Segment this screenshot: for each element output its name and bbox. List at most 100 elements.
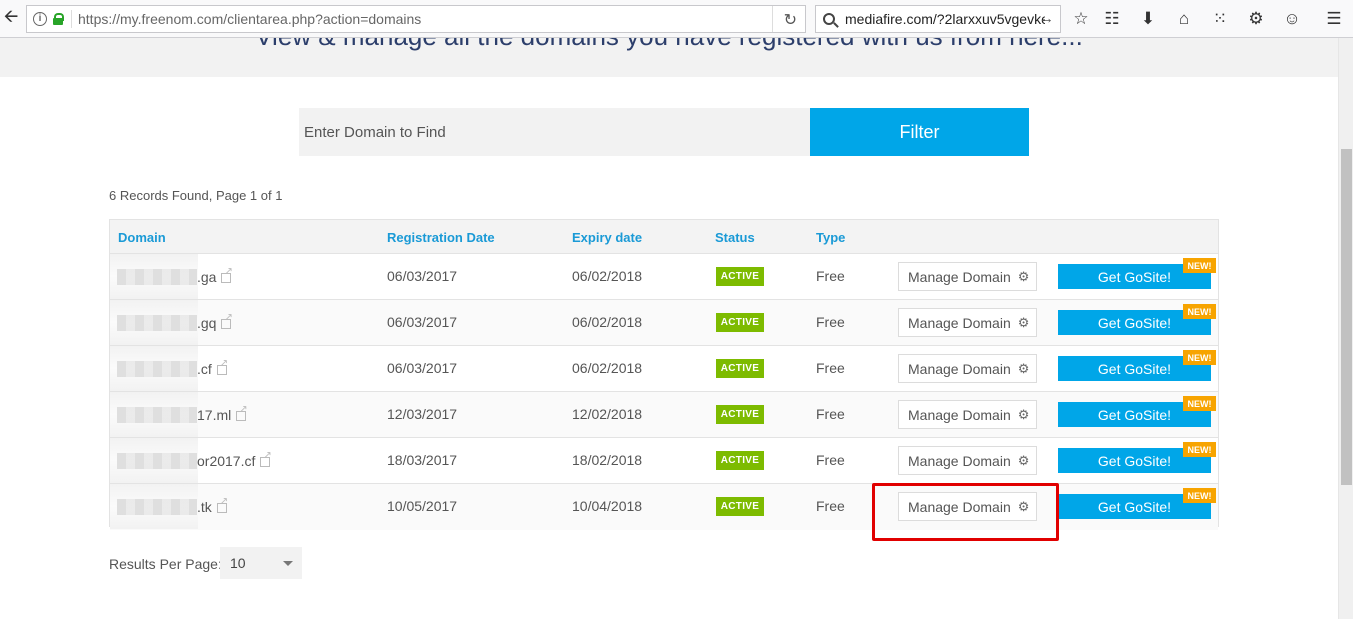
manage-domain-button[interactable]: Manage Domain ⚙ <box>898 354 1037 383</box>
table-header: Domain Registration Date Expiry date Sta… <box>110 220 1218 254</box>
manage-domain-button[interactable]: Manage Domain ⚙ <box>898 262 1037 291</box>
expiry-date: 06/02/2018 <box>572 360 643 376</box>
expiry-date: 06/02/2018 <box>572 268 643 284</box>
manage-domain-button[interactable]: Manage Domain ⚙ <box>898 400 1037 429</box>
url-divider <box>71 10 72 28</box>
domain-link[interactable]: .tk <box>197 499 212 515</box>
registration-date: 06/03/2017 <box>387 360 458 376</box>
go-arrow-icon[interactable]: → <box>1039 10 1054 27</box>
settings-icon[interactable]: ⚙ <box>1245 8 1267 30</box>
url-text[interactable]: https://my.freenom.com/clientarea.php?ac… <box>78 11 421 27</box>
redacted-domain <box>117 406 197 423</box>
manage-domain-label: Manage Domain <box>908 498 1011 515</box>
manage-domain-label: Manage Domain <box>908 406 1011 423</box>
redacted-domain <box>117 452 197 469</box>
registration-date: 18/03/2017 <box>387 452 458 468</box>
domain-cell: 17.ml <box>110 392 248 437</box>
header-expiry-date[interactable]: Expiry date <box>572 230 642 245</box>
header-status[interactable]: Status <box>715 230 755 245</box>
domain-type: Free <box>816 360 845 376</box>
gear-icon: ⚙ <box>1017 360 1030 376</box>
domain-cell: .cf <box>110 346 228 391</box>
domain-link[interactable]: .cf <box>197 361 212 377</box>
redacted-domain <box>117 498 197 515</box>
status-badge: ACTIVE <box>716 267 764 286</box>
scrollbar-thumb[interactable] <box>1341 149 1352 485</box>
bookmark-star-icon[interactable]: ☆ <box>1070 8 1092 30</box>
download-icon[interactable]: ⬇ <box>1137 8 1159 30</box>
table-row: .ga 06/03/2017 06/02/2018 ACTIVE Free Ma… <box>110 254 1218 300</box>
header-type[interactable]: Type <box>816 230 845 245</box>
header-registration-date[interactable]: Registration Date <box>387 230 495 245</box>
domain-cell: .tk <box>110 484 228 529</box>
new-badge: NEW! <box>1183 488 1216 503</box>
manage-domain-label: Manage Domain <box>908 268 1011 285</box>
registration-date: 06/03/2017 <box>387 314 458 330</box>
menu-icon[interactable]: ☰ <box>1323 8 1345 30</box>
registration-date: 12/03/2017 <box>387 406 458 422</box>
search-bar[interactable]: mediafire.com/?2larxxuv5vgevke → <box>815 5 1061 33</box>
manage-domain-label: Manage Domain <box>908 314 1011 331</box>
domain-cell: .ga <box>110 254 233 299</box>
manage-domain-button[interactable]: Manage Domain ⚙ <box>898 446 1037 475</box>
header-domain[interactable]: Domain <box>118 230 166 245</box>
external-link-icon[interactable] <box>236 404 248 421</box>
reload-icon[interactable]: ↻ <box>784 10 797 30</box>
expiry-date: 18/02/2018 <box>572 452 643 468</box>
new-badge: NEW! <box>1183 396 1216 411</box>
status-badge: ACTIVE <box>716 451 764 470</box>
new-badge: NEW! <box>1183 258 1216 273</box>
domain-link[interactable]: .ga <box>197 269 216 285</box>
external-link-icon[interactable] <box>221 266 233 283</box>
domain-cell: .gq <box>110 300 233 345</box>
home-icon[interactable]: ⌂ <box>1173 8 1195 30</box>
domain-type: Free <box>816 268 845 284</box>
page-subtitle: View & manage all the domains you have r… <box>0 38 1338 52</box>
gear-icon: ⚙ <box>1017 452 1030 468</box>
gear-icon: ⚙ <box>1017 268 1030 284</box>
expiry-date: 12/02/2018 <box>572 406 643 422</box>
back-arrow-icon[interactable]: 🡨 <box>0 6 22 32</box>
status-badge: ACTIVE <box>716 313 764 332</box>
info-icon[interactable]: i <box>33 12 47 26</box>
reading-list-icon[interactable]: ☷ <box>1101 8 1123 30</box>
table-row: or2017.cf 18/03/2017 18/02/2018 ACTIVE F… <box>110 438 1218 484</box>
domain-link[interactable]: .gq <box>197 315 216 331</box>
domain-link[interactable]: 17.ml <box>197 407 231 423</box>
chevron-down-icon <box>283 561 293 566</box>
status-badge: ACTIVE <box>716 359 764 378</box>
external-link-icon[interactable] <box>216 358 228 375</box>
domains-table: Domain Registration Date Expiry date Sta… <box>109 219 1219 530</box>
external-link-icon[interactable] <box>260 450 272 467</box>
domain-cell: or2017.cf <box>110 438 272 483</box>
domain-type: Free <box>816 452 845 468</box>
results-per-page-label: Results Per Page: <box>109 556 222 572</box>
scrollbar[interactable] <box>1338 38 1353 619</box>
domain-type: Free <box>816 498 845 514</box>
manage-domain-button[interactable]: Manage Domain ⚙ <box>898 492 1037 521</box>
search-text[interactable]: mediafire.com/?2larxxuv5vgevke <box>845 11 1045 27</box>
extension-icon[interactable]: ⁙ <box>1209 8 1231 30</box>
domain-type: Free <box>816 314 845 330</box>
address-bar[interactable]: i https://my.freenom.com/clientarea.php?… <box>26 5 806 33</box>
results-per-page-select[interactable]: 10 <box>220 547 302 579</box>
external-link-icon[interactable] <box>221 312 233 329</box>
manage-domain-label: Manage Domain <box>908 360 1011 377</box>
new-badge: NEW! <box>1183 350 1216 365</box>
lock-icon[interactable] <box>53 13 64 25</box>
domain-link[interactable]: or2017.cf <box>197 453 255 469</box>
gear-icon: ⚙ <box>1017 498 1030 514</box>
new-badge: NEW! <box>1183 442 1216 457</box>
expiry-date: 10/04/2018 <box>572 498 643 514</box>
manage-domain-button[interactable]: Manage Domain ⚙ <box>898 308 1037 337</box>
url-divider <box>772 6 773 32</box>
status-badge: ACTIVE <box>716 497 764 516</box>
redacted-domain <box>117 314 197 331</box>
external-link-icon[interactable] <box>216 496 228 513</box>
table-row: .gq 06/03/2017 06/02/2018 ACTIVE Free Ma… <box>110 300 1218 346</box>
domain-search-input[interactable] <box>299 108 810 156</box>
filter-button[interactable]: Filter <box>810 108 1029 156</box>
addon-icon[interactable]: ☺ <box>1281 8 1303 30</box>
table-row: 17.ml 12/03/2017 12/02/2018 ACTIVE Free … <box>110 392 1218 438</box>
gear-icon: ⚙ <box>1017 406 1030 422</box>
